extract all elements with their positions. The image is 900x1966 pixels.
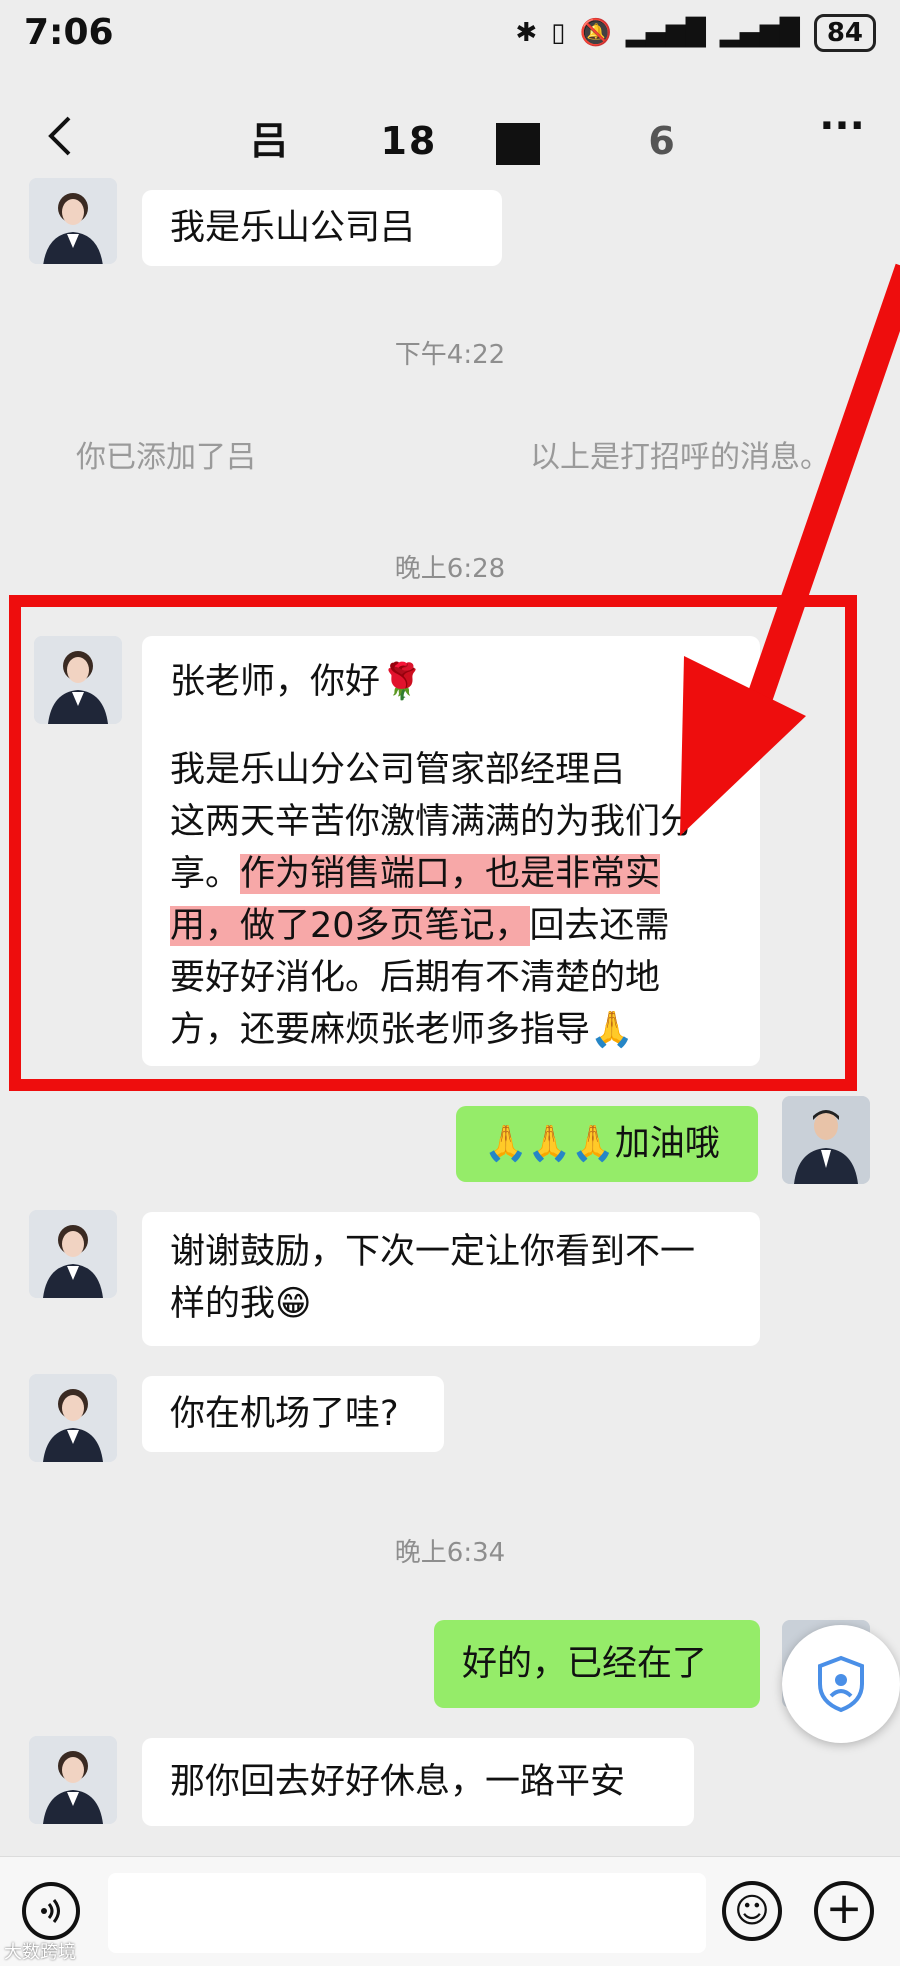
timestamp: 晚上6:28 [394,554,506,584]
status-time: 7:06 [24,12,114,53]
chevron-left-icon [48,116,71,156]
more-actions-button[interactable]: + [814,1881,874,1941]
bluetooth-icon: ✱ [515,18,538,48]
voice-icon [41,1899,60,1923]
emoji-button[interactable]: ☺ [722,1881,782,1941]
chat-title-number: 18 [380,119,438,163]
contact-avatar[interactable] [29,1736,117,1824]
person-avatar-icon [29,1210,117,1298]
person-avatar-icon [29,1374,117,1462]
chat-header: 吕 18 6 ··· [0,84,900,188]
message-bubble[interactable]: 你在机场了哇? [142,1376,444,1452]
timestamp: 下午4:22 [394,340,506,370]
person-avatar-icon [782,1096,870,1184]
message-input[interactable] [108,1873,706,1953]
vibrate-icon: ▯ [551,18,566,48]
signal-icon: ▂▄▆█ [625,18,706,48]
mute-bell-icon: 🔕 [579,18,612,48]
contact-avatar[interactable] [29,1210,117,1298]
plus-icon: + [825,1883,863,1934]
person-avatar-icon [29,178,117,264]
contact-avatar[interactable] [29,1374,117,1462]
security-shield-button[interactable] [782,1625,900,1743]
my-message-bubble[interactable]: 🙏🙏🙏加油哦 [456,1106,758,1182]
timestamp: 晚上6:34 [394,1538,506,1568]
signal-icon: ▂▄▆█ [719,18,800,48]
system-message-left: 你已添加了吕 [76,440,256,475]
status-bar: 7:06 ✱ ▯ 🔕 ▂▄▆█ ▂▄▆█ 84 [0,0,900,72]
more-options-button[interactable]: ··· [812,106,872,166]
chat-title-name: 吕 [250,119,291,163]
smiley-icon: ☺ [734,1891,770,1931]
voice-input-button[interactable] [22,1882,80,1940]
watermark: 大数跨境 [4,1942,76,1963]
message-text: 好的，已经在了 [462,1644,708,1684]
chat-title-suffix: 6 [648,119,677,163]
my-avatar[interactable] [782,1096,870,1184]
battery-icon: 84 [813,14,876,52]
message-text: 我是乐山公司吕 [170,208,416,248]
chat-title: 吕 18 6 [250,110,677,165]
system-message-right: 以上是打招呼的消息。 [530,440,830,475]
message-text: 那你回去好好休息，一路平安 [170,1762,626,1802]
person-avatar-icon [29,1736,117,1824]
my-message-bubble[interactable]: 好的，已经在了 [434,1620,760,1708]
redaction-block [495,122,540,165]
message-text: 样的我😁 [170,1284,312,1324]
message-text: 谢谢鼓励，下次一定让你看到不一 [170,1232,696,1272]
input-bar: ☺ + [0,1856,900,1966]
message-text: 你在机场了哇? [170,1394,399,1434]
message-bubble[interactable]: 我是乐山公司吕 [142,190,502,266]
message-text: 🙏🙏🙏加油哦 [484,1124,720,1164]
message-bubble[interactable]: 谢谢鼓励，下次一定让你看到不一 样的我😁 [142,1212,760,1346]
back-button[interactable] [30,106,90,166]
annotation-red-box [9,595,857,1091]
contact-avatar[interactable] [29,178,117,264]
status-icons: ✱ ▯ 🔕 ▂▄▆█ ▂▄▆█ 84 [515,14,876,52]
shield-icon [818,1655,864,1713]
message-bubble[interactable]: 那你回去好好休息，一路平安 [142,1738,694,1826]
